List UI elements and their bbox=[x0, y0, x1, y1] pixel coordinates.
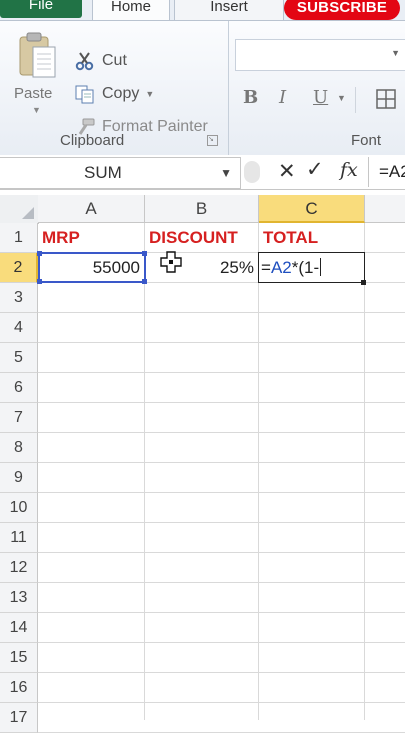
enter-check-icon[interactable]: ✓ bbox=[306, 157, 324, 182]
row-header-2[interactable]: 2 bbox=[0, 253, 38, 283]
clipboard-group-label: Clipboard bbox=[60, 132, 125, 149]
cancel-icon[interactable]: ✕ bbox=[278, 159, 296, 184]
grid-line bbox=[38, 612, 405, 613]
grid-line bbox=[38, 432, 405, 433]
row-header-1[interactable]: 1 bbox=[0, 223, 38, 253]
row-header-5[interactable]: 5 bbox=[0, 343, 38, 373]
formula-remainder: *(1- bbox=[291, 258, 320, 277]
grid-line bbox=[144, 223, 145, 720]
ribbon-tab-bar: File Home Insert SUBSCRIBE bbox=[0, 0, 405, 22]
font-group: ▼ B I U ▼ Font bbox=[229, 21, 405, 155]
column-header-d[interactable] bbox=[365, 195, 405, 223]
cell-c2-editing[interactable]: =A2*(1- bbox=[258, 252, 365, 283]
clipboard-launcher-icon[interactable]: ↘ bbox=[207, 135, 218, 146]
copy-label: Copy bbox=[102, 85, 140, 102]
tab-home[interactable]: Home bbox=[92, 0, 170, 21]
formula-equals: = bbox=[261, 258, 271, 277]
cut-button[interactable]: Cut bbox=[74, 49, 127, 73]
fill-handle[interactable] bbox=[361, 280, 366, 285]
italic-button[interactable]: I bbox=[279, 87, 286, 108]
grid-line bbox=[38, 402, 405, 403]
chevron-down-icon: ▼ bbox=[391, 48, 400, 58]
copy-button[interactable]: Copy ▼ bbox=[74, 82, 154, 106]
grid-line bbox=[38, 312, 405, 313]
scissors-icon bbox=[75, 52, 94, 71]
tab-file[interactable]: File bbox=[0, 0, 82, 18]
row-header-4[interactable]: 4 bbox=[0, 313, 38, 343]
copy-icon bbox=[75, 85, 94, 104]
row-header-14[interactable]: 14 bbox=[0, 613, 38, 643]
underline-button[interactable]: U bbox=[313, 87, 328, 108]
cross-cursor-icon bbox=[160, 251, 182, 273]
select-all-corner[interactable] bbox=[0, 195, 39, 224]
paste-icon[interactable] bbox=[17, 31, 57, 81]
grid-line bbox=[38, 522, 405, 523]
reference-highlight-a2 bbox=[37, 251, 147, 284]
name-box[interactable]: SUM ▼ bbox=[0, 157, 241, 189]
grid-line bbox=[38, 372, 405, 373]
insert-function-icon[interactable]: fx bbox=[340, 159, 358, 181]
bold-button[interactable]: B bbox=[243, 87, 258, 108]
row-header-8[interactable]: 8 bbox=[0, 433, 38, 463]
worksheet-grid: A B C 1 2 3 4 5 6 7 8 9 10 11 12 13 14 15 16 17 MRP DISC… bbox=[0, 195, 405, 733]
grid-line bbox=[38, 642, 405, 643]
row-header-17[interactable]: 17 bbox=[0, 703, 38, 733]
divider bbox=[355, 87, 356, 113]
formula-input[interactable]: =A2*(1- bbox=[368, 157, 405, 187]
borders-icon[interactable] bbox=[375, 88, 397, 110]
grid-line bbox=[38, 552, 405, 553]
row-header-10[interactable]: 10 bbox=[0, 493, 38, 523]
grid-line bbox=[38, 342, 405, 343]
grid-line bbox=[258, 223, 259, 720]
cell-a1[interactable]: MRP bbox=[38, 223, 144, 253]
font-group-label: Font bbox=[351, 132, 382, 149]
formula-bar-grip-icon[interactable] bbox=[244, 161, 260, 183]
paste-dropdown-icon[interactable]: ▼ bbox=[32, 105, 41, 115]
clipboard-group: Paste ▼ Cut Copy ▼ Format Painter Clipbo… bbox=[0, 21, 229, 155]
row-header-15[interactable]: 15 bbox=[0, 643, 38, 673]
ribbon: Paste ▼ Cut Copy ▼ Format Painter Clipbo… bbox=[0, 20, 405, 156]
paste-button-label[interactable]: Paste bbox=[14, 85, 52, 102]
cell-b1[interactable]: DISCOUNT bbox=[145, 223, 258, 253]
grid-line bbox=[38, 462, 405, 463]
cut-label: Cut bbox=[102, 52, 127, 69]
column-header-c[interactable]: C bbox=[259, 195, 365, 223]
cell-c1[interactable]: TOTAL bbox=[259, 223, 364, 253]
formula-buttons: ✕ ✓ fx bbox=[244, 157, 364, 187]
chevron-down-icon[interactable]: ▼ bbox=[220, 158, 232, 188]
underline-dropdown-icon[interactable]: ▼ bbox=[337, 93, 346, 103]
row-header-3[interactable]: 3 bbox=[0, 283, 38, 313]
row-header-6[interactable]: 6 bbox=[0, 373, 38, 403]
grid-line bbox=[38, 582, 405, 583]
tab-insert[interactable]: Insert bbox=[174, 0, 284, 21]
grid-line bbox=[38, 672, 405, 673]
column-header-b[interactable]: B bbox=[145, 195, 259, 223]
row-header-16[interactable]: 16 bbox=[0, 673, 38, 703]
row-header-7[interactable]: 7 bbox=[0, 403, 38, 433]
row-header-11[interactable]: 11 bbox=[0, 523, 38, 553]
grid-line bbox=[364, 223, 365, 720]
row-header-13[interactable]: 13 bbox=[0, 583, 38, 613]
formula-bar: SUM ▼ ✕ ✓ fx =A2*(1- bbox=[0, 155, 405, 190]
font-name-dropdown[interactable]: ▼ bbox=[235, 39, 405, 71]
column-header-a[interactable]: A bbox=[38, 195, 145, 223]
grid-line bbox=[38, 702, 405, 703]
subscribe-banner: SUBSCRIBE bbox=[284, 0, 400, 20]
row-header-12[interactable]: 12 bbox=[0, 553, 38, 583]
formula-reference: A2 bbox=[270, 258, 292, 277]
name-box-value: SUM bbox=[84, 163, 122, 182]
row-header-9[interactable]: 9 bbox=[0, 463, 38, 493]
grid-line bbox=[38, 492, 405, 493]
text-caret bbox=[320, 258, 322, 276]
copy-dropdown-icon[interactable]: ▼ bbox=[145, 89, 154, 99]
